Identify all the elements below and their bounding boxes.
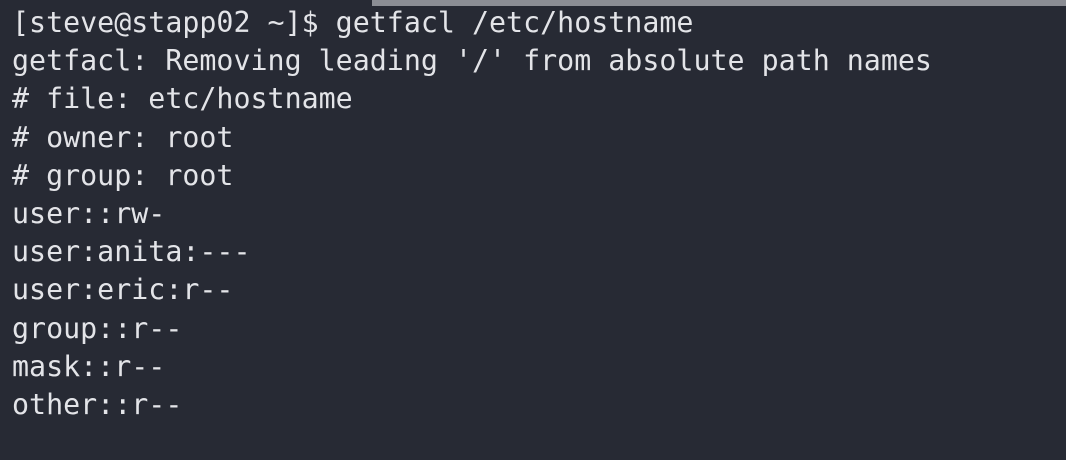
terminal-output-line: # file: etc/hostname <box>12 82 353 116</box>
terminal-output-line: # group: root <box>12 158 234 192</box>
terminal-output-line: other::r-- <box>12 387 183 421</box>
terminal-prompt-line: [steve@stapp02 ~]$ getfacl /etc/hostname <box>12 6 694 39</box>
terminal-output-line: mask::r-- <box>12 349 166 383</box>
terminal-output-line: user:eric:r-- <box>12 273 234 307</box>
terminal-output-line: user::rw- <box>12 196 166 230</box>
terminal-output-line: group::r-- <box>12 311 183 345</box>
terminal-output-line: # owner: root <box>12 120 234 154</box>
terminal-output-line: getfacl: Removing leading '/' from absol… <box>12 44 932 78</box>
terminal-output: [steve@stapp02 ~]$ getfacl /etc/hostname… <box>12 4 932 424</box>
terminal-output-line: user:anita:--- <box>12 235 251 269</box>
terminal-window[interactable]: [steve@stapp02 ~]$ getfacl /etc/hostname… <box>0 0 1066 460</box>
